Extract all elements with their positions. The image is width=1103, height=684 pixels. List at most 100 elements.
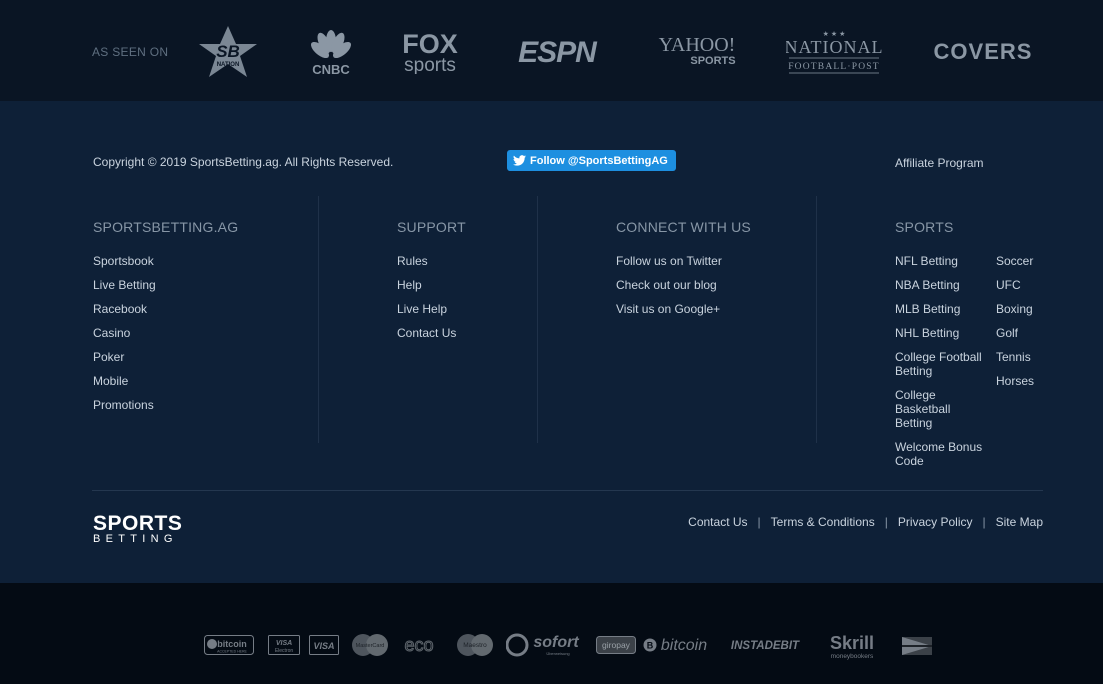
support-column-title: SUPPORT [397,219,466,235]
giropay-logo: giropay [596,636,636,657]
svg-text:Maestro: Maestro [463,642,487,649]
sbnation-logo: SB NATION [195,24,261,80]
sbnation-logo-text: SB [216,42,240,61]
as-seen-on-label: AS SEEN ON [92,45,169,59]
footer-link-google-plus[interactable]: Visit us on Google+ [616,302,722,326]
yahoo-logo-sub: SPORTS [690,55,735,67]
link-separator: | [982,515,986,529]
twitter-bird-icon [513,155,526,166]
footer-link-college-football-betting[interactable]: College Football Betting [895,350,991,378]
footer-link-live-betting[interactable]: Live Betting [93,278,156,302]
svg-text:moneybookers: moneybookers [831,653,874,660]
yahoo-logo-text: YAHOO! [659,34,736,56]
footer-link-promotions[interactable]: Promotions [93,398,156,422]
nfp-logo-sub: FOOTBALL·POST [788,62,880,72]
svg-text:ACCEPTED HERE: ACCEPTED HERE [217,650,247,654]
footer-link-ufc[interactable]: UFC [996,278,1034,302]
footer-link-twitter[interactable]: Follow us on Twitter [616,254,722,278]
payment-flag-icon [902,637,932,658]
svg-text:bitcoin: bitcoin [217,639,247,649]
sportsbetting-column-title: SPORTSBETTING.AG [93,219,239,235]
connect-column: CONNECT WITH US Follow us on Twitter Che… [616,219,751,316]
connect-column-title: CONNECT WITH US [616,219,751,235]
svg-text:INSTADEBIT: INSTADEBIT [731,640,800,652]
payment-methods-bar: bitcoin ACCEPTED HERE VISA Electron VISA… [0,583,1103,684]
brand-line-2: BETTING [93,533,178,545]
fox-sports-logo: FOX sports [398,28,464,76]
visa-logo: VISA [309,635,339,658]
bottom-link-site-map[interactable]: Site Map [996,515,1043,529]
bitcoin-logo: B bitcoin [643,635,713,658]
footer-link-casino[interactable]: Casino [93,326,156,350]
svg-text:giropay: giropay [602,640,631,650]
footer-link-rules[interactable]: Rules [397,254,456,278]
sbnation-logo-sub: NATION [217,62,240,68]
footer-link-sportsbook[interactable]: Sportsbook [93,254,156,278]
footer-link-nfl-betting[interactable]: NFL Betting [895,254,991,268]
footer-link-mlb-betting[interactable]: MLB Betting [895,302,991,316]
footer-divider [92,490,1043,491]
column-divider [816,196,817,443]
affiliate-program-link[interactable]: Affiliate Program [895,156,983,170]
footer-link-racebook[interactable]: Racebook [93,302,156,326]
covers-logo-text: COVERS [934,39,1033,64]
bottom-link-terms[interactable]: Terms & Conditions [771,515,875,529]
footer-link-nhl-betting[interactable]: NHL Betting [895,326,991,340]
maestro-logo: Maestro [455,633,495,660]
yahoo-sports-logo: YAHOO! SPORTS [645,34,749,68]
twitter-follow-button[interactable]: Follow @SportsBettingAG [507,150,676,171]
svg-text:VISA: VISA [276,640,292,647]
visa-electron-logo: VISA Electron [268,635,300,658]
national-football-post-logo: ★ ★ ★ NATIONAL FOOTBALL·POST [785,28,882,76]
footer-link-soccer[interactable]: Soccer [996,254,1034,278]
sportsbetting-links: Sportsbook Live Betting Racebook Casino … [93,254,156,422]
svg-text:B: B [647,641,654,651]
footer-link-college-basketball-betting[interactable]: College Basketball Betting [895,388,991,430]
footer-link-poker[interactable]: Poker [93,350,156,374]
cnbc-logo-text: CNBC [312,62,350,76]
skrill-logo: Skrill moneybookers [822,631,882,664]
footer-link-contact-us[interactable]: Contact Us [397,326,456,350]
footer-main: Copyright © 2019 SportsBetting.ag. All R… [0,101,1103,583]
link-separator: | [757,515,761,529]
sportsbetting-brand-logo[interactable]: SPORTS BETTING [93,513,203,547]
svg-text:sofort: sofort [533,634,579,651]
connect-links: Follow us on Twitter Check out our blog … [616,254,722,326]
covers-logo: COVERS [920,38,1046,64]
footer-link-golf[interactable]: Golf [996,326,1034,350]
brand-line-1: SPORTS [93,512,183,535]
bottom-link-contact-us[interactable]: Contact Us [688,515,747,529]
nfp-logo-text: NATIONAL [786,37,882,57]
copyright-text: Copyright © 2019 SportsBetting.ag. All R… [93,155,394,169]
footer-link-live-help[interactable]: Live Help [397,302,456,326]
svg-text:MasterCard: MasterCard [356,643,385,649]
svg-text:VISA: VISA [313,641,334,651]
footer-link-mobile[interactable]: Mobile [93,374,156,398]
column-divider [537,196,538,443]
espn-logo-text: ESPN [518,36,598,66]
sofort-logo: sofort Überweisung [505,632,586,661]
bottom-link-privacy[interactable]: Privacy Policy [898,515,973,529]
svg-text:Skrill: Skrill [830,633,874,653]
footer-link-blog[interactable]: Check out our blog [616,278,722,302]
support-column: SUPPORT Rules Help Live Help Contact Us [397,219,466,340]
svg-text:Electron: Electron [275,648,294,654]
instadebit-logo: INSTADEBIT [722,637,808,656]
footer-link-horses[interactable]: Horses [996,374,1034,398]
fox-logo-sub: sports [404,55,456,74]
footer-link-tennis[interactable]: Tennis [996,350,1034,374]
bottom-links: Contact Us | Terms & Conditions | Privac… [688,515,1043,529]
sports-column: SPORTS NFL Betting NBA Betting MLB Betti… [895,219,1034,468]
footer-link-help[interactable]: Help [397,278,456,302]
footer-link-welcome-bonus-code[interactable]: Welcome Bonus Code [895,440,991,468]
svg-text:eco: eco [404,635,433,655]
eco-logo: eco [398,633,440,660]
footer-link-boxing[interactable]: Boxing [996,302,1034,326]
sports-links-primary: NFL Betting NBA Betting MLB Betting NHL … [895,254,995,478]
mastercard-logo: MasterCard [350,633,390,660]
svg-text:bitcoin: bitcoin [661,637,707,654]
cnbc-logo: CNBC [300,28,362,77]
column-divider [318,196,319,443]
sports-column-title: SPORTS [895,219,954,235]
footer-link-nba-betting[interactable]: NBA Betting [895,278,991,292]
